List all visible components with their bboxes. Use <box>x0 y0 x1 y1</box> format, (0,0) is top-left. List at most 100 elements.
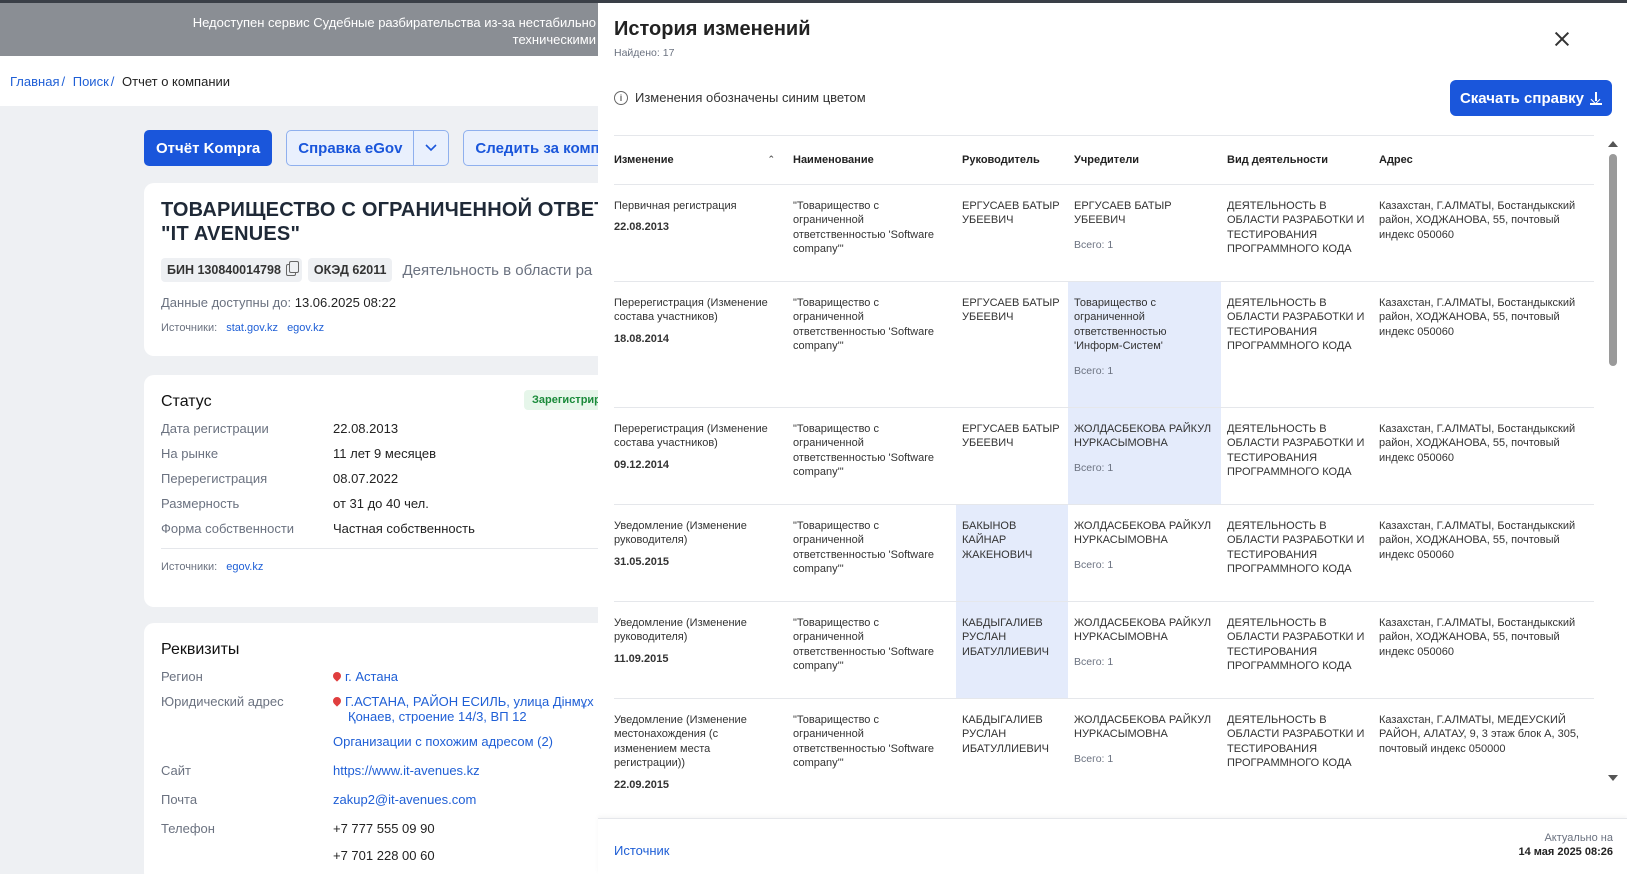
address-row: Юридический адрес Г.АСТАНА, РАЙОН ЕСИЛЬ,… <box>161 694 614 724</box>
source-stat-link[interactable]: stat.gov.kz <box>226 322 278 334</box>
egov-reference-button[interactable]: Справка eGov <box>286 130 450 166</box>
status-details: Дата регистрации 22.08.2013 На рынке 11 ле… <box>161 421 614 536</box>
table-row: Первичная регистрация 22.08.2013 "Товарище… <box>614 184 1594 282</box>
status-row: Дата регистрации 22.08.2013 <box>161 421 614 436</box>
status-value: 08.07.2022 <box>333 471 399 486</box>
scroll-up-icon[interactable] <box>1608 141 1618 147</box>
sort-icon[interactable]: ⌃ <box>767 154 775 165</box>
breadcrumb-home-link[interactable]: Главная <box>10 74 59 89</box>
site-label: Сайт <box>161 763 191 778</box>
change-cell: Уведомление (Изменение руководителя) 11.0… <box>614 601 787 699</box>
status-row: Форма собственности Частная собственность <box>161 521 614 536</box>
copy-icon[interactable] <box>285 261 299 276</box>
founders-cell: ЖОЛДАСБЕКОВА РАЙКУЛ НУРКАСЫМОВНА Всего: 1 <box>1068 407 1221 505</box>
founders-value: ЖОЛДАСБЕКОВА РАЙКУЛ НУРКАСЫМОВНА <box>1074 713 1212 741</box>
download-icon <box>1590 92 1603 105</box>
change-type: Уведомление (Изменение руководителя) <box>614 519 747 547</box>
requisites-title: Реквизиты <box>161 641 240 658</box>
activity-cell: ДЕЯТЕЛЬНОСТЬ В ОБЛАСТИ РАЗРАБОТКИ И ТЕСТ… <box>1221 184 1373 282</box>
founders-value: ЖОЛДАСБЕКОВА РАЙКУЛ НУРКАСЫМОВНА <box>1074 616 1212 644</box>
okved-chip: ОКЭД 62011 <box>307 258 393 282</box>
table-scrollbar[interactable] <box>1608 141 1618 781</box>
source-egov-link[interactable]: egov.kz <box>287 322 324 334</box>
founders-total: Всего: 1 <box>1074 558 1114 571</box>
panel-footer: Источник Актуально на 14 мая 2025 08:26 <box>598 818 1627 874</box>
status-key: Форма собственности <box>161 521 295 536</box>
founders-value: ЖОЛДАСБЕКОВА РАЙКУЛ НУРКАСЫМОВНА <box>1074 422 1212 450</box>
address-label: Юридический адрес <box>161 694 284 709</box>
download-reference-button[interactable]: Скачать справку <box>1450 80 1612 116</box>
history-table-body: Первичная регистрация 22.08.2013 "Товарище… <box>614 184 1594 818</box>
status-value: Частная собственность <box>333 521 475 536</box>
founders-total: Всего: 1 <box>1074 752 1114 765</box>
egov-reference-label[interactable]: Справка eGov <box>287 131 413 165</box>
change-type: Первичная регистрация <box>614 199 737 212</box>
address-line-2[interactable]: Қонаев, строение 14/3, ВП 12 <box>348 709 527 724</box>
column-header-name: Наименование <box>787 136 956 185</box>
scroll-down-icon[interactable] <box>1608 775 1618 781</box>
info-text: Изменения обозначены синим цветом <box>635 90 866 105</box>
status-key: На рынке <box>161 446 219 461</box>
mail-label: Почта <box>161 792 198 807</box>
region-value[interactable]: г. Астана <box>345 669 398 684</box>
data-available-until: Данные доступны до: 13.06.2025 08:22 <box>161 295 614 310</box>
founders-value: Товарищество с ограниченной ответственно… <box>1074 296 1167 353</box>
head-cell: КАБДЫГАЛИЕВ РУСЛАН ИБАТУЛЛИЕВИЧ <box>956 601 1068 699</box>
head-cell: ЕРГУСАЕВ БАТЫР УБЕЕВИЧ <box>956 407 1068 505</box>
phone-1[interactable]: +7 777 555 09 90 <box>333 821 435 836</box>
kompra-report-button[interactable]: Отчёт Kompra <box>144 130 273 166</box>
head-cell: КАБДЫГАЛИЕВ РУСЛАН ИБАТУЛЛИЕВИЧ <box>956 698 1068 818</box>
found-count: Найдено: 17 <box>614 47 675 59</box>
banner-line-2: техническими <box>512 32 596 47</box>
sources-label: Источники: <box>161 322 218 334</box>
company-card: ТОВАРИЩЕСТВО С ОГРАНИЧЕННОЙ ОТВЕТ "IT AV… <box>144 183 614 356</box>
sources-label: Источники: <box>161 561 218 573</box>
founders-value: ЖОЛДАСБЕКОВА РАЙКУЛ НУРКАСЫМОВНА <box>1074 519 1212 547</box>
report-actions: Отчёт Kompra Справка eGov Следить за ком… <box>144 130 639 166</box>
history-table-container: Изменение ⌃ Наименование Руководитель Учр… <box>614 135 1594 818</box>
map-pin-icon <box>331 670 343 682</box>
bin-value: БИН 130840014798 <box>167 263 281 277</box>
name-cell: "Товарищество с ограниченной ответственн… <box>787 281 956 408</box>
source-egov-link[interactable]: egov.kz <box>226 561 263 573</box>
info-icon: i <box>614 90 628 105</box>
history-table: Изменение ⌃ Наименование Руководитель Учр… <box>614 136 1594 818</box>
requisites-card: Реквизиты Регион г. Астана Юридический а… <box>144 623 614 874</box>
company-codes: БИН 130840014798 ОКЭД 62011 Деятельность… <box>161 258 614 282</box>
similar-address-link[interactable]: Организации с похожим адресом (2) <box>333 734 553 749</box>
breadcrumb-search-link[interactable]: Поиск <box>73 74 109 89</box>
breadcrumb: Главная / Поиск / Отчет о компании <box>0 56 600 106</box>
change-type: Перерегистрация (Изменение состава участ… <box>614 296 768 324</box>
region-link[interactable]: г. Астана <box>331 669 398 684</box>
scroll-thumb[interactable] <box>1609 154 1617 366</box>
company-name-line-1: ТОВАРИЩЕСТВО С ОГРАНИЧЕННОЙ ОТВЕТ <box>161 199 607 221</box>
chevron-down-icon[interactable] <box>414 131 448 165</box>
company-sources: Источники: stat.gov.kz egov.kz <box>161 322 614 334</box>
address-line-1[interactable]: Г.АСТАНА, РАЙОН ЕСИЛЬ, улица Дінмұх <box>345 694 594 709</box>
change-date: 18.08.2014 <box>614 332 670 345</box>
bin-chip[interactable]: БИН 130840014798 <box>161 258 302 282</box>
site-link[interactable]: https://www.it-avenues.kz <box>333 763 480 778</box>
address-link[interactable]: Г.АСТАНА, РАЙОН ЕСИЛЬ, улица Дінмұх Қона… <box>331 694 594 724</box>
mail-row: Почта zakup2@it-avenues.com <box>161 792 614 807</box>
source-link[interactable]: Источник <box>614 843 670 858</box>
founders-total: Всего: 1 <box>1074 364 1114 377</box>
similar-row: Организации с похожим адресом (2) <box>161 734 614 749</box>
info-note: i Изменения обозначены синим цветом <box>614 90 866 105</box>
table-row: Уведомление (Изменение местонахождения (… <box>614 698 1594 818</box>
service-warning-banner: Недоступен сервис Судебные разбирательст… <box>0 3 600 56</box>
column-header-change[interactable]: Изменение ⌃ <box>614 136 787 185</box>
founders-total: Всего: 1 <box>1074 461 1114 474</box>
download-label[interactable]: Скачать справку <box>1460 90 1584 107</box>
actual-label: Актуально на <box>1544 832 1613 844</box>
mail-link[interactable]: zakup2@it-avenues.com <box>333 792 476 807</box>
name-cell: "Товарищество с ограниченной ответственн… <box>787 601 956 699</box>
phone-2[interactable]: +7 701 228 00 60 <box>333 848 435 863</box>
region-label: Регион <box>161 669 203 684</box>
close-icon[interactable] <box>1553 30 1571 48</box>
change-date: 31.05.2015 <box>614 555 670 568</box>
actual-date: Актуально на 14 мая 2025 08:26 <box>1518 831 1613 859</box>
breadcrumb-current: Отчет о компании <box>122 74 231 89</box>
